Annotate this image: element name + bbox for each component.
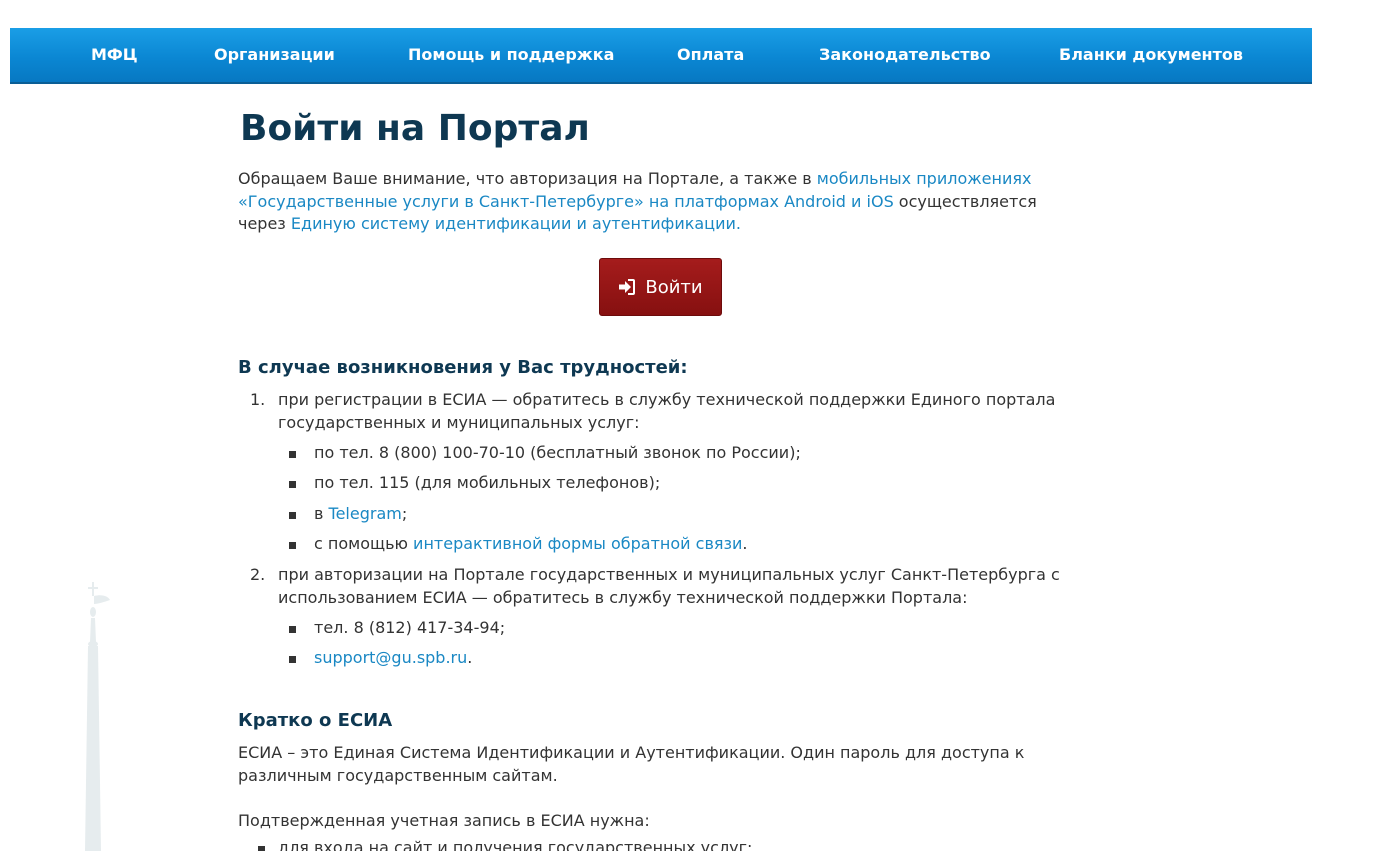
- bullet: [289, 451, 296, 458]
- nav-item-legislation[interactable]: Законодательство: [819, 28, 991, 82]
- intro-text-1: Обращаем Ваше внимание, что авторизация …: [238, 169, 817, 188]
- bullet: [289, 542, 296, 549]
- bullet: [289, 481, 296, 488]
- nav-item-mfc[interactable]: МФЦ: [91, 28, 138, 82]
- nav-item-help[interactable]: Помощь и поддержка: [408, 28, 614, 82]
- trouble-item-1-text: при регистрации в ЕСИА — обратитесь в сл…: [278, 390, 1056, 432]
- top-navigation: МФЦ Организации Помощь и поддержка Оплат…: [10, 28, 1312, 84]
- bullet: [289, 512, 296, 519]
- feedback-form-item: с помощью интерактивной формы обратной с…: [314, 534, 748, 553]
- feedback-prefix: с помощью: [314, 534, 414, 553]
- troubles-heading: В случае возникновения у Вас трудностей:: [238, 357, 688, 378]
- feedback-suffix: .: [742, 534, 748, 553]
- page: МФЦ Организации Помощь и поддержка Оплат…: [0, 0, 1377, 851]
- nav-item-forms[interactable]: Бланки документов: [1059, 28, 1243, 82]
- telegram-suffix: ;: [401, 504, 408, 523]
- esia-link[interactable]: Единую систему идентификации и аутентифи…: [291, 214, 741, 233]
- support-phone-mobile: по тел. 115 (для мобильных телефонов);: [314, 473, 661, 492]
- support-phone-federal: по тел. 8 (800) 100-70-10 (бесплатный зв…: [314, 443, 801, 462]
- sign-in-icon: [619, 279, 636, 295]
- telegram-link[interactable]: Telegram: [329, 504, 402, 523]
- support-email-item: support@gu.spb.ru.: [314, 648, 472, 667]
- portal-support-phone: тел. 8 (812) 417-34-94;: [314, 618, 506, 637]
- bullet: [258, 846, 265, 851]
- list-number-2: 2.: [250, 565, 266, 584]
- spire-decoration-icon: [85, 582, 110, 851]
- about-esia-heading: Кратко о ЕСИА: [238, 710, 393, 731]
- email-suffix: .: [467, 648, 473, 667]
- login-button-label: Войти: [645, 276, 703, 298]
- list-number-1: 1.: [250, 390, 266, 409]
- feedback-form-link[interactable]: интерактивной формы обратной связи: [413, 534, 742, 553]
- trouble-item-2-text: при авторизации на Портале государственн…: [278, 565, 1060, 607]
- telegram-item: в Telegram;: [314, 504, 407, 523]
- nav-item-payment[interactable]: Оплата: [677, 28, 744, 82]
- nav-item-organizations[interactable]: Организации: [214, 28, 335, 82]
- support-email-link[interactable]: support@gu.spb.ru: [314, 648, 467, 667]
- intro-paragraph: Обращаем Ваше внимание, что авторизация …: [238, 168, 1058, 236]
- page-title: Войти на Портал: [240, 108, 590, 149]
- esia-needed-text: Подтвержденная учетная запись в ЕСИА нуж…: [238, 811, 650, 830]
- bullet: [289, 656, 296, 663]
- telegram-prefix: в: [314, 504, 329, 523]
- about-esia-description: ЕСИА – это Единая Система Идентификации …: [238, 743, 1025, 785]
- esia-needed-item-1: для входа на сайт и получения государств…: [278, 838, 753, 851]
- login-button[interactable]: Войти: [599, 258, 722, 316]
- bullet: [289, 626, 296, 633]
